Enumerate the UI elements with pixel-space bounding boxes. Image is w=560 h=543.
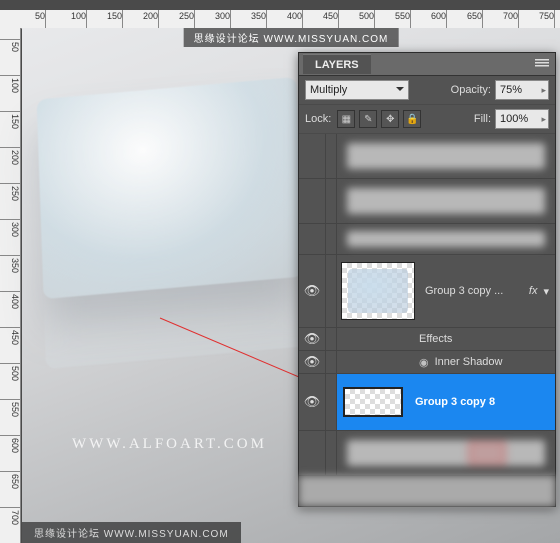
blend-mode-dropdown[interactable]: Multiply (305, 80, 409, 100)
visibility-toggle[interactable] (299, 134, 326, 178)
ruler-tick: 200 (141, 10, 159, 28)
fill-label: Fill: (474, 113, 491, 125)
ruler-tick: 350 (0, 255, 20, 273)
ruler-tick: 450 (0, 327, 20, 345)
inner-shadow-label: Inner Shadow (435, 356, 503, 368)
ruler-tick: 350 (249, 10, 267, 28)
layer-name[interactable]: Group 3 copy ... (419, 285, 529, 297)
fill-value: 100% (500, 113, 528, 125)
ruler-tick: 500 (0, 363, 20, 381)
ruler-tick: 150 (0, 111, 20, 129)
site-url-text: WWW.ALFOART.COM (72, 436, 267, 453)
layer-row[interactable] (299, 134, 555, 179)
visibility-toggle[interactable]: 👁 (299, 255, 326, 327)
ruler-tick: 700 (0, 507, 20, 525)
collapse-effects-icon[interactable]: ▾ (543, 285, 549, 298)
lock-position-icon[interactable]: ✥ (381, 110, 399, 128)
effects-header[interactable]: 👁 Effects (299, 328, 555, 351)
layer-thumbnail[interactable] (343, 387, 403, 417)
layer-name[interactable]: Group 3 copy 8 (409, 396, 555, 408)
ruler-tick: 400 (0, 291, 20, 309)
opacity-value: 75% (500, 84, 522, 96)
lock-icons: ▦ ✎ ✥ 🔒 (337, 110, 421, 128)
opacity-label: Opacity: (451, 84, 491, 96)
chevron-right-icon: ▸ (541, 85, 546, 96)
ruler-tick: 50 (0, 39, 20, 52)
watermark-top: 思缘设计论坛 WWW.MISSYUAN.COM (184, 28, 399, 47)
lock-fill-row: Lock: ▦ ✎ ✥ 🔒 Fill: 100% ▸ (299, 105, 555, 134)
layers-tab[interactable]: LAYERS (303, 54, 371, 74)
layer-list: 👁 Group 3 copy ... fx ▾ 👁 Effects 👁 ◉ In… (299, 134, 555, 476)
layer-row[interactable] (299, 431, 555, 476)
ruler-tick: 500 (357, 10, 375, 28)
vertical-ruler: 50 100 150 200 250 300 350 400 450 500 5… (0, 28, 21, 543)
ruler-tick: 650 (0, 471, 20, 489)
eye-icon: 👁 (304, 331, 321, 347)
ruler-tick: 300 (0, 219, 20, 237)
layer-row[interactable] (299, 179, 555, 224)
fx-badge[interactable]: fx (529, 285, 538, 297)
layers-panel: LAYERS Multiply Opacity: 75% ▸ Lock: ▦ ✎ … (298, 52, 556, 507)
ruler-tick: 600 (429, 10, 447, 28)
lock-pixels-icon[interactable]: ✎ (359, 110, 377, 128)
ruler-tick: 700 (501, 10, 519, 28)
lock-transparency-icon[interactable]: ▦ (337, 110, 355, 128)
ruler-tick: 550 (0, 399, 20, 417)
fill-input[interactable]: 100% ▸ (495, 109, 549, 129)
visibility-toggle[interactable]: 👁 (299, 328, 326, 350)
visibility-toggle[interactable] (299, 224, 326, 254)
watermark-bottom: 思缘设计论坛 WWW.MISSYUAN.COM (22, 522, 241, 543)
ruler-tick: 550 (393, 10, 411, 28)
visibility-toggle[interactable]: 👁 (299, 351, 326, 373)
bullet-icon: ◉ (419, 356, 429, 369)
ruler-tick: 250 (0, 183, 20, 201)
ruler-tick: 750 (537, 10, 555, 28)
ruler-tick: 400 (285, 10, 303, 28)
blend-opacity-row: Multiply Opacity: 75% ▸ (299, 76, 555, 105)
ruler-tick: 100 (0, 75, 20, 93)
ruler-tick: 250 (177, 10, 195, 28)
ruler-tick: 150 (105, 10, 123, 28)
chevron-right-icon: ▸ (541, 114, 546, 125)
effect-inner-shadow[interactable]: 👁 ◉ Inner Shadow (299, 351, 555, 374)
lock-all-icon[interactable]: 🔒 (403, 110, 421, 128)
visibility-toggle[interactable] (299, 431, 326, 475)
ruler-tick: 450 (321, 10, 339, 28)
ruler-tick: 100 (69, 10, 87, 28)
panel-tab-bar: LAYERS (299, 53, 555, 76)
ruler-tick: 650 (465, 10, 483, 28)
layer-thumbnail[interactable] (341, 262, 415, 320)
ruler-tick: 200 (0, 147, 20, 165)
eye-icon: 👁 (304, 283, 321, 299)
visibility-toggle[interactable]: 👁 (299, 374, 326, 430)
horizontal-ruler: 50 100 150 200 250 300 350 400 450 500 5… (20, 10, 560, 29)
effects-label: Effects (419, 333, 452, 345)
layer-row[interactable] (299, 224, 555, 255)
ice-cube-artwork (37, 77, 304, 299)
eye-icon: 👁 (304, 354, 321, 370)
layer-row-ice[interactable]: 👁 Group 3 copy ... fx ▾ (299, 255, 555, 328)
lock-label: Lock: (305, 113, 331, 125)
blend-mode-value: Multiply (310, 84, 347, 96)
panel-footer (299, 476, 555, 506)
red-marker (469, 442, 505, 464)
ruler-corner (0, 10, 21, 29)
ruler-tick: 300 (213, 10, 231, 28)
ruler-tick: 600 (0, 435, 20, 453)
opacity-input[interactable]: 75% ▸ (495, 80, 549, 100)
visibility-toggle[interactable] (299, 179, 326, 223)
panel-menu-icon[interactable] (535, 58, 549, 71)
ruler-tick: 50 (33, 10, 46, 28)
layer-row-selected[interactable]: 👁 Group 3 copy 8 (299, 374, 555, 431)
eye-icon: 👁 (304, 394, 321, 410)
